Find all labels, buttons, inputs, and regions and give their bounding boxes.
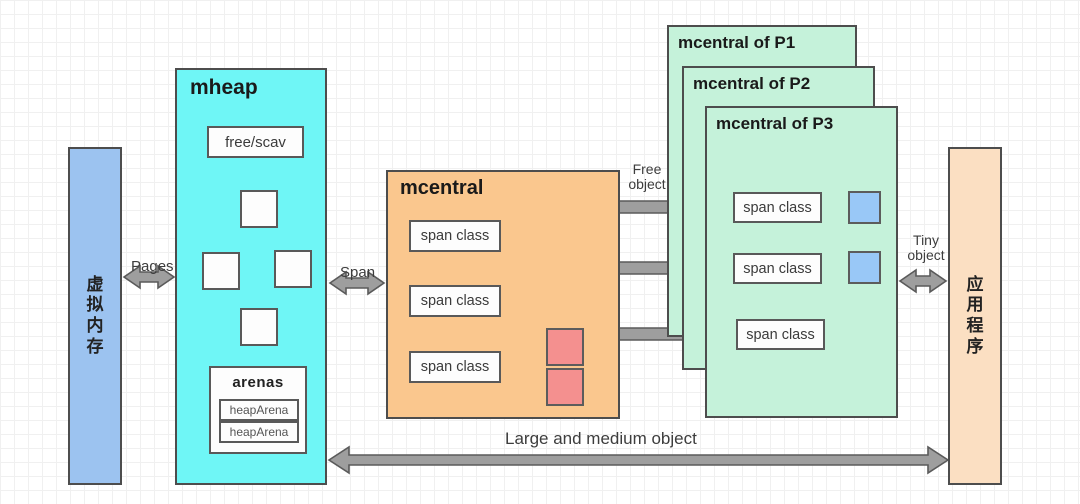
p3-span-class: span class: [733, 192, 822, 223]
mcentral-of-p3-title: mcentral of P3: [716, 114, 834, 133]
mheap-title: mheap: [190, 76, 258, 99]
mheap-tree-node-right: [274, 250, 312, 288]
p3-span-class: span class: [733, 253, 822, 284]
heap-arena-item: heapArena: [219, 421, 299, 443]
virtual-memory-block: 虚拟内存: [68, 147, 122, 485]
p3-object-block: [848, 251, 881, 284]
free-scav-node: free/scav: [207, 126, 304, 158]
edge-label-pages: Pages: [131, 258, 174, 275]
application-label: 应用程序: [966, 274, 984, 356]
mcentral-of-p2-title: mcentral of P2: [693, 74, 811, 93]
edge-label-large-and-medium-object: Large and medium object: [505, 429, 697, 448]
mcentral-object-block: [546, 368, 584, 406]
mcentral-object-block: [546, 328, 584, 366]
mcentral-span-class: span class: [409, 220, 501, 252]
mheap-tree-node-root: [240, 190, 278, 228]
p3-object-block: [848, 191, 881, 224]
arenas-title: arenas: [232, 374, 284, 391]
virtual-memory-label: 虚拟内存: [86, 274, 104, 356]
mheap-tree-node-leaf: [240, 308, 278, 346]
arenas-container: arenas heapArena heapArena: [209, 366, 307, 454]
edge-label-tiny-object: Tiny object: [907, 232, 945, 264]
mcentral-title: mcentral: [400, 177, 484, 199]
mcentral-span-class: span class: [409, 351, 501, 383]
diagram-canvas: 虚拟内存 mheap free/scav arenas heapArena he…: [0, 0, 1080, 504]
mcentral-span-class: span class: [409, 285, 501, 317]
edge-label-free-object: Free object: [628, 161, 666, 193]
heap-arena-item: heapArena: [219, 399, 299, 421]
edge-label-span: Span: [340, 264, 376, 281]
application-block: 应用程序: [948, 147, 1002, 485]
p3-span-class: span class: [736, 319, 825, 350]
mcentral-of-p1-title: mcentral of P1: [678, 33, 796, 52]
mheap-tree-node-left: [202, 252, 240, 290]
